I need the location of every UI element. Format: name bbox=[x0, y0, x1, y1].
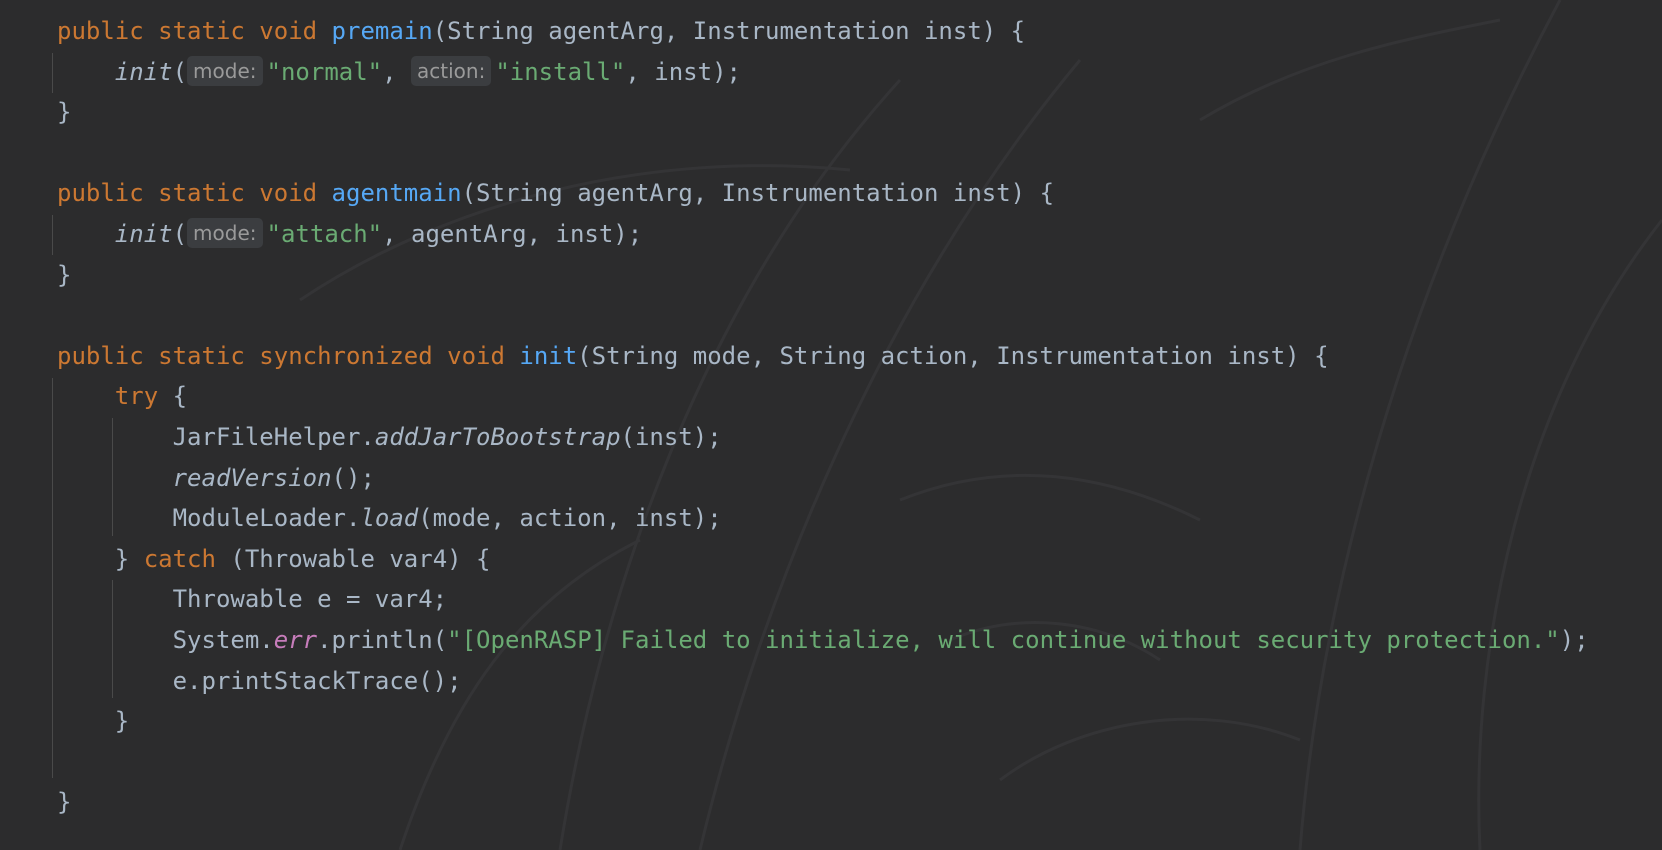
keyword: public static void bbox=[57, 17, 332, 45]
indent-guide bbox=[52, 378, 53, 778]
method-call: readVersion bbox=[172, 463, 332, 492]
method-call: addJarToBootstrap bbox=[374, 422, 621, 451]
code-editor[interactable]: public static void premain(String agentA… bbox=[0, 0, 1662, 850]
code-line[interactable]: Throwable e = var4; bbox=[57, 579, 1657, 620]
code-line[interactable]: try { bbox=[57, 376, 1657, 417]
code-text: Throwable e = var4; bbox=[172, 585, 448, 614]
method-name: premain bbox=[331, 17, 433, 45]
parameter-hint: action: bbox=[411, 55, 492, 86]
static-field: err bbox=[273, 625, 318, 654]
brace: } bbox=[114, 544, 144, 573]
parameter-hint: mode: bbox=[187, 55, 263, 86]
code-line[interactable]: public static void agentmain(String agen… bbox=[57, 173, 1657, 214]
class-name: ModuleLoader. bbox=[172, 504, 361, 533]
brace: } bbox=[57, 260, 72, 289]
code-text: .println( bbox=[317, 625, 448, 654]
brace: } bbox=[114, 707, 130, 736]
code-text: ( bbox=[172, 219, 188, 248]
code-text: ); bbox=[1559, 625, 1589, 654]
code-text: e.printStackTrace(); bbox=[172, 666, 462, 695]
indent-guide bbox=[52, 215, 53, 255]
code-text: { bbox=[158, 382, 188, 411]
string-literal: "[OpenRASP] Failed to initialize, will c… bbox=[447, 625, 1560, 654]
code-line[interactable]: } catch (Throwable var4) { bbox=[57, 539, 1657, 580]
class-name: System. bbox=[172, 625, 274, 654]
code-line[interactable]: } bbox=[57, 782, 1657, 823]
code-line[interactable]: ModuleLoader.load(mode, action, inst); bbox=[57, 498, 1657, 539]
string-literal: "normal" bbox=[266, 57, 383, 86]
method-name: agentmain bbox=[331, 179, 462, 208]
keyword: public static void bbox=[57, 179, 332, 208]
keyword: try bbox=[114, 382, 159, 411]
code-line[interactable]: JarFileHelper.addJarToBootstrap(inst); bbox=[57, 417, 1657, 458]
code-line-empty[interactable] bbox=[57, 133, 1657, 174]
parameter-hint: mode: bbox=[187, 217, 263, 248]
code-line[interactable]: } bbox=[57, 255, 1657, 296]
indent-guide bbox=[52, 53, 53, 93]
code-block[interactable]: public static void premain(String agentA… bbox=[57, 11, 1657, 823]
code-text: (Throwable var4) { bbox=[215, 544, 491, 573]
code-line[interactable]: init(mode: "normal", action: "install", in… bbox=[57, 52, 1657, 93]
code-line-empty[interactable] bbox=[57, 295, 1657, 336]
method-call: init bbox=[114, 57, 173, 86]
method-call: init bbox=[114, 219, 173, 248]
code-line[interactable]: public static void premain(String agentA… bbox=[57, 11, 1657, 52]
code-text: (String mode, String action, Instrumenta… bbox=[577, 341, 1329, 370]
code-text: ( bbox=[172, 57, 188, 86]
code-line[interactable]: } bbox=[57, 701, 1657, 742]
code-text: (); bbox=[331, 463, 375, 492]
code-text: (inst); bbox=[620, 422, 722, 451]
code-line[interactable]: public static synchronized void init(Str… bbox=[57, 336, 1657, 377]
code-line[interactable]: init(mode: "attach", agentArg, inst); bbox=[57, 214, 1657, 255]
code-line[interactable]: } bbox=[57, 92, 1657, 133]
string-literal: "install" bbox=[495, 57, 626, 86]
code-line-empty[interactable] bbox=[57, 742, 1657, 783]
code-text: (String agentArg, Instrumentation inst) … bbox=[461, 179, 1055, 208]
brace: } bbox=[57, 788, 72, 817]
string-literal: "attach" bbox=[266, 219, 383, 248]
code-text: , inst); bbox=[625, 57, 741, 86]
code-text: (mode, action, inst); bbox=[418, 504, 722, 533]
code-text: , agentArg, inst); bbox=[382, 219, 643, 248]
brace: } bbox=[57, 98, 72, 127]
keyword: public static synchronized void bbox=[57, 341, 520, 370]
method-call: load bbox=[360, 504, 419, 533]
class-name: JarFileHelper. bbox=[172, 422, 375, 451]
code-line[interactable]: System.err.println("[OpenRASP] Failed to… bbox=[57, 620, 1657, 661]
code-line[interactable]: readVersion(); bbox=[57, 458, 1657, 499]
code-line[interactable]: e.printStackTrace(); bbox=[57, 661, 1657, 702]
keyword: catch bbox=[143, 544, 216, 573]
code-text: (String agentArg, Instrumentation inst) … bbox=[432, 17, 1026, 45]
method-name: init bbox=[519, 341, 578, 370]
code-text: , bbox=[382, 57, 412, 86]
